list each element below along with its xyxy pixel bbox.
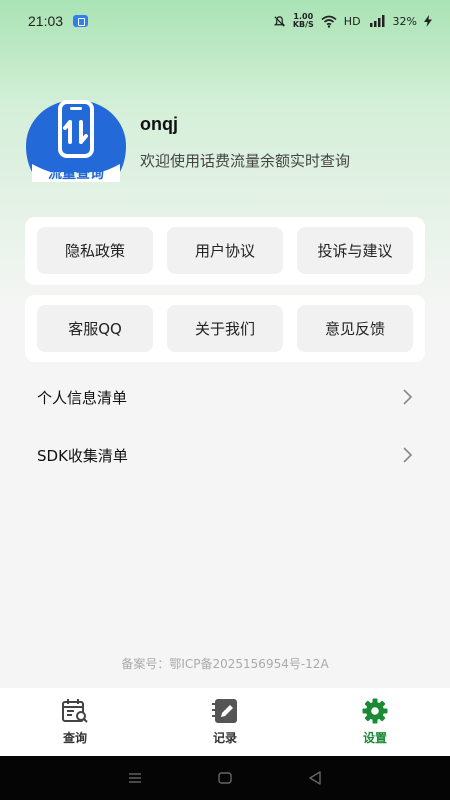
- wifi-icon: [321, 15, 337, 28]
- logo-text: 流量查询: [48, 165, 104, 182]
- sdk-list-row[interactable]: SDK收集清单: [25, 430, 425, 480]
- menu-card-policies: 隐私政策 用户协议 投诉与建议: [25, 217, 425, 285]
- chevron-right-icon: [403, 389, 413, 405]
- status-time: 21:03: [28, 13, 64, 29]
- notification-app-icon: [73, 15, 89, 27]
- status-indicators: 1.00 KB/S HD 32%: [273, 13, 432, 29]
- nav-settings[interactable]: 设置: [300, 688, 450, 756]
- back-icon[interactable]: [307, 770, 323, 786]
- sdk-list-label: SDK收集清单: [37, 446, 128, 465]
- privacy-policy-button[interactable]: 隐私政策: [37, 227, 153, 274]
- status-bar: 21:03 1.00 KB/S HD 32%: [0, 0, 450, 42]
- gear-icon: [362, 698, 388, 724]
- system-navigation-bar: [0, 756, 450, 800]
- battery-level: 32%: [392, 14, 417, 28]
- complaint-suggestion-button[interactable]: 投诉与建议: [297, 227, 413, 274]
- user-agreement-button[interactable]: 用户协议: [167, 227, 283, 274]
- nav-query-label: 查询: [62, 731, 87, 745]
- bottom-navigation: 查询 记录 设置: [0, 688, 450, 756]
- welcome-text: 欢迎使用话费流量余额实时查询: [140, 152, 351, 170]
- calendar-search-icon: [62, 699, 88, 723]
- icp-record-text: 备案号：鄂ICP备2025156954号-12A: [121, 657, 329, 671]
- personal-info-list-label: 个人信息清单: [37, 388, 128, 407]
- nav-records-label: 记录: [212, 731, 237, 745]
- app-logo: 流量查询: [26, 100, 126, 182]
- profile-header: 流量查询 onqj 欢迎使用话费流量余额实时查询: [24, 98, 424, 182]
- nav-query[interactable]: 查询: [0, 688, 150, 756]
- network-type: HD: [343, 14, 361, 28]
- user-name: onqj: [140, 114, 178, 134]
- menu-card-support: 客服QQ 关于我们 意见反馈: [25, 295, 425, 362]
- about-us-button[interactable]: 关于我们: [167, 305, 283, 352]
- network-speed: 1.00 KB/S: [292, 12, 314, 29]
- personal-info-list-row[interactable]: 个人信息清单: [25, 372, 425, 422]
- nav-settings-label: 设置: [362, 731, 387, 745]
- customer-service-qq-button[interactable]: 客服QQ: [37, 305, 153, 352]
- notebook-edit-icon: [212, 699, 237, 723]
- feedback-button[interactable]: 意见反馈: [297, 305, 413, 352]
- signal-icon: [369, 15, 385, 27]
- home-icon[interactable]: [217, 770, 233, 786]
- mute-bell-icon: [273, 15, 285, 27]
- chevron-right-icon: [403, 447, 413, 463]
- charging-icon: [424, 15, 432, 27]
- nav-records[interactable]: 记录: [150, 688, 300, 756]
- menu-icon[interactable]: [127, 770, 143, 786]
